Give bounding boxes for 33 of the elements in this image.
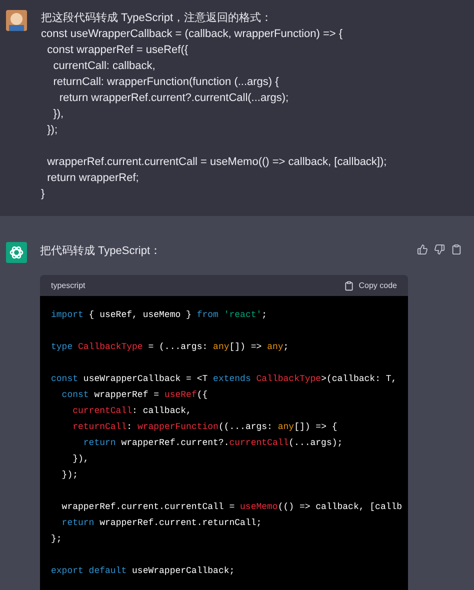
code-line: }), (72, 453, 89, 466)
code-line: return wrapperRef.current.returnCall; (60, 517, 262, 530)
code-line: type CallbackType = (...args: any[]) => any; (51, 341, 289, 354)
code-line: returnCall: wrapperFunction((...args: any[]) => { (72, 421, 338, 434)
code-line: import { useRef, useMemo } from 'react'; (51, 309, 268, 322)
message-line: }), (52, 107, 64, 122)
code-line: export default useWrapperCallback; (51, 565, 235, 578)
reply-text: 把代码转成 TypeScript： (40, 244, 162, 259)
code-line: }); (60, 469, 78, 482)
code-line: }; (51, 533, 62, 546)
message-line: currentCall: callback, (52, 59, 156, 74)
thumbs-down-icon[interactable] (434, 244, 445, 255)
code-language: typescript (51, 280, 86, 292)
assistant-logo-icon (6, 242, 27, 263)
message-line: }); (46, 123, 58, 138)
message-line: const useWrapperCallback = (callback, wrapperFunction) => { (41, 27, 343, 42)
message-line: return wrapperRef.current?.currentCall(...args); (58, 91, 289, 106)
code-line: const wrapperRef = useRef({ (60, 389, 208, 402)
code-line: return wrapperRef.current?.currentCall(...args); (82, 437, 343, 450)
code-line: wrapperRef.current.currentCall = useMemo(() => callback, [callb (60, 501, 402, 514)
thumbs-up-icon[interactable] (417, 244, 428, 255)
copy-icon[interactable] (451, 244, 462, 255)
message-line: const wrapperRef = useRef({ (46, 43, 188, 58)
message-line: return wrapperRef; (46, 171, 139, 186)
copy-code-button[interactable]: Copy code (344, 280, 397, 292)
avatar-icon (6, 10, 27, 31)
message-line: 把这段代码转成 TypeScript，注意返回的格式： (41, 10, 272, 26)
message-line: } (41, 187, 45, 202)
code-line: currentCall: callback, (72, 405, 192, 418)
clipboard-icon (344, 280, 354, 290)
message-line: returnCall: wrapperFunction(function (...args) { (52, 75, 279, 90)
code-line: const useWrapperCallback = <T extends CallbackType>(callback: T, (51, 373, 397, 386)
message-line: wrapperRef.current.currentCall = useMemo(() => callback, [callback]); (46, 155, 387, 170)
